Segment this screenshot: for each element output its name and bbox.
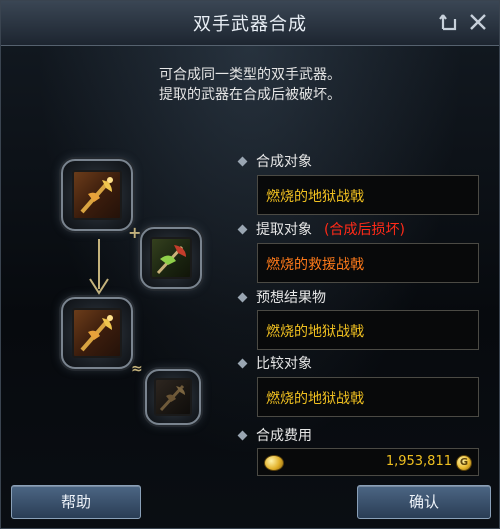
field-label-cost: 合成费用	[237, 425, 312, 445]
target-item-name: 燃烧的地狱战戟	[257, 175, 479, 215]
label-text: 合成对象	[256, 154, 312, 170]
compare-slot[interactable]	[145, 369, 201, 425]
axe-icon	[150, 237, 192, 279]
field-label-compare: 比较对象	[237, 353, 312, 373]
bullet-icon	[237, 358, 248, 368]
halberd-icon	[72, 308, 122, 358]
synthesis-window: 双手武器合成 可合成同一类型的双手武器。 提取的武器在合成后被破坏。 + ≈ 合…	[0, 0, 500, 529]
description: 可合成同一类型的双手武器。 提取的武器在合成后被破坏。	[1, 65, 499, 105]
halberd-icon	[154, 378, 192, 416]
confirm-button[interactable]: 确认	[357, 485, 491, 519]
return-icon[interactable]	[437, 11, 461, 35]
title-bar: 双手武器合成	[1, 1, 499, 46]
label-text: 合成费用	[256, 428, 312, 444]
coin-stack-icon	[264, 455, 284, 471]
cost-box: 1,953,811 G	[257, 448, 479, 476]
window-title: 双手武器合成	[193, 14, 307, 35]
bullet-icon	[237, 430, 248, 440]
compare-link-icon: ≈	[131, 361, 143, 377]
destroy-warning: (合成后损坏)	[324, 222, 405, 238]
description-line-2: 提取的武器在合成后被破坏。	[159, 87, 341, 103]
bullet-icon	[237, 292, 248, 302]
field-label-result: 预想结果物	[237, 287, 326, 307]
compare-item-name: 燃烧的地狱战戟	[257, 377, 479, 417]
gold-coin-icon: G	[456, 455, 472, 471]
bullet-icon	[237, 224, 248, 234]
halberd-icon	[72, 170, 122, 220]
label-text: 提取对象	[256, 222, 312, 238]
close-icon[interactable]	[466, 11, 490, 35]
field-label-material: 提取对象 (合成后损坏)	[237, 219, 405, 239]
label-text: 预想结果物	[256, 290, 326, 306]
label-text: 比较对象	[256, 356, 312, 372]
bullet-icon	[237, 156, 248, 166]
cost-amount: 1,953,811	[385, 454, 452, 469]
description-line-1: 可合成同一类型的双手武器。	[159, 67, 341, 83]
target-slot[interactable]	[61, 159, 133, 231]
result-item-name: 燃烧的地狱战戟	[257, 310, 479, 350]
help-button[interactable]: 帮助	[11, 485, 141, 519]
material-item-name: 燃烧的救援战戟	[257, 243, 479, 283]
field-label-target: 合成对象	[237, 151, 312, 171]
material-slot[interactable]	[140, 227, 202, 289]
arrow-down-icon	[87, 237, 111, 297]
result-slot[interactable]	[61, 297, 133, 369]
